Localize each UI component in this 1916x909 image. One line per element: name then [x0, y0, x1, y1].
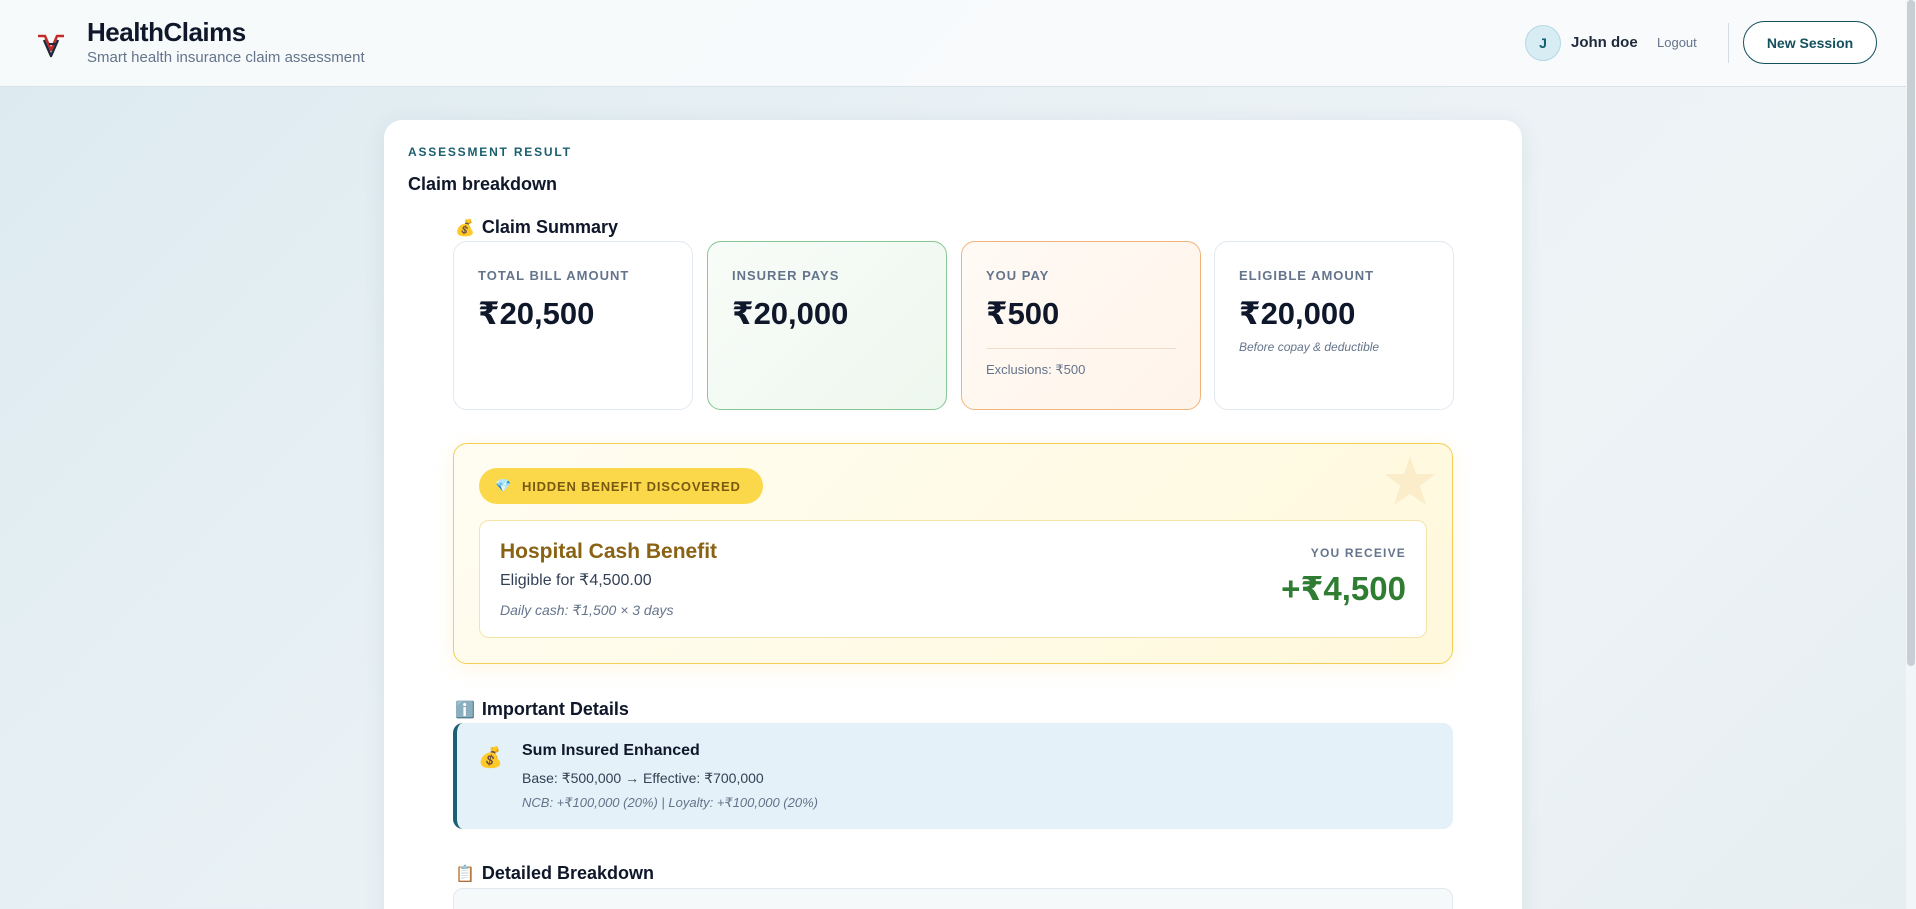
claim-summary-title: Claim Summary: [481, 217, 618, 237]
detail-bonus-breakdown: NCB: +₹100,000 (20%) | Loyalty: +₹100,00…: [522, 795, 818, 810]
brand-subtitle: Smart health insurance claim assessment: [87, 49, 365, 66]
assessment-title: Claim breakdown: [408, 174, 558, 194]
clipboard-icon: 📋: [455, 865, 475, 883]
stat-label: ELIGIBLE AMOUNT: [1239, 268, 1375, 283]
receive-value: +₹4,500: [1281, 570, 1406, 607]
assessment-eyebrow: ASSESSMENT RESULT: [408, 145, 572, 159]
avatar[interactable]: J: [1525, 25, 1561, 61]
benefit-eligible-text: Eligible for ₹4,500.00: [500, 572, 652, 589]
stat-value: ₹20,500: [478, 296, 595, 331]
detailed-breakdown-panel: [453, 888, 1453, 909]
stat-value: ₹20,000: [732, 296, 849, 331]
detail-sum-insured: Base: ₹500,000 → Effective: ₹700,000: [522, 770, 764, 786]
money-bag-icon: 💰: [478, 747, 503, 769]
detailed-breakdown-title: Detailed Breakdown: [481, 863, 654, 883]
benefit-name: Hospital Cash Benefit: [500, 540, 718, 563]
stat-label: YOU PAY: [986, 268, 1050, 283]
badge-label: HIDDEN BENEFIT DISCOVERED: [522, 478, 741, 494]
claim-summary-heading: 💰 Claim Summary: [455, 217, 618, 238]
stat-label: INSURER PAYS: [732, 268, 840, 283]
detailed-breakdown-heading: 📋 Detailed Breakdown: [455, 863, 654, 884]
total-bill-card: TOTAL BILL AMOUNT ₹20,500: [453, 241, 693, 410]
benefit-calculation: Daily cash: ₹1,500 × 3 days: [500, 602, 674, 618]
stat-label: TOTAL BILL AMOUNT: [478, 268, 630, 283]
new-session-button[interactable]: New Session: [1743, 21, 1877, 64]
brand-title: HealthClaims: [87, 17, 246, 47]
important-details-title: Important Details: [481, 699, 629, 719]
scrollbar-thumb[interactable]: [1907, 0, 1915, 666]
exclusions-note: Exclusions: ₹500: [986, 362, 1086, 377]
you-pay-card: YOU PAY ₹500 Exclusions: ₹500: [961, 241, 1201, 410]
receive-label: YOU RECEIVE: [1310, 546, 1406, 560]
healthclaims-logo-icon: [38, 34, 64, 58]
insurer-pays-card: INSURER PAYS ₹20,000: [707, 241, 947, 410]
eligible-amount-card: ELIGIBLE AMOUNT ₹20,000 Before copay & d…: [1214, 241, 1454, 410]
detail-title: Sum Insured Enhanced: [522, 742, 700, 759]
header-divider: [1728, 23, 1729, 63]
stat-value: ₹500: [986, 296, 1060, 331]
info-icon: ℹ️: [455, 701, 475, 719]
logout-link[interactable]: Logout: [1657, 35, 1697, 50]
gem-icon: 💎: [495, 478, 512, 493]
money-bag-icon: 💰: [455, 219, 475, 237]
eligible-note: Before copay & deductible: [1239, 340, 1380, 354]
important-details-heading: ℹ️ Important Details: [455, 699, 629, 720]
stat-divider: [986, 348, 1176, 349]
user-name[interactable]: John doe: [1571, 34, 1638, 51]
stat-value: ₹20,000: [1239, 296, 1356, 331]
star-icon: [1385, 456, 1435, 505]
hidden-benefit-badge: 💎 HIDDEN BENEFIT DISCOVERED: [479, 468, 763, 504]
